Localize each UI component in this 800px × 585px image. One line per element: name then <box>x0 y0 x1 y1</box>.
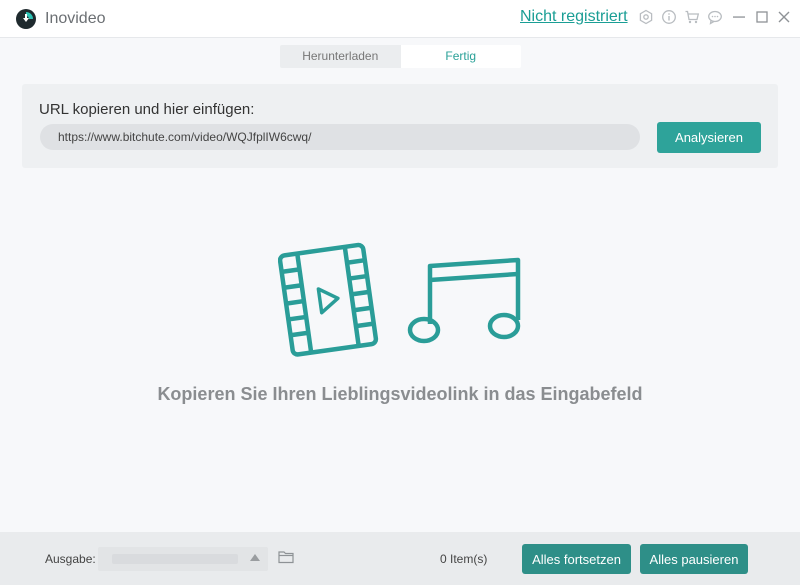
items-count: 0 Item(s) <box>440 552 488 566</box>
title-bar: Inovideo Nicht registriert <box>0 0 800 38</box>
info-icon[interactable] <box>661 9 677 25</box>
output-label: Ausgabe: <box>45 552 96 566</box>
cart-icon[interactable] <box>684 9 700 25</box>
app-logo-icon <box>16 9 36 29</box>
app-title: Inovideo <box>45 10 106 27</box>
url-panel: URL kopieren und hier einfügen: Analysie… <box>22 84 778 168</box>
pause-all-button[interactable]: Alles pausieren <box>640 544 748 574</box>
register-link[interactable]: Nicht registriert <box>520 8 628 26</box>
tab-bar: Herunterladen Fertig <box>280 45 521 68</box>
empty-state-hint: Kopieren Sie Ihren Lieblingsvideolink in… <box>157 384 643 404</box>
minimize-icon[interactable] <box>731 9 747 25</box>
tab-done[interactable]: Fertig <box>400 45 521 68</box>
music-note-icon <box>407 257 521 344</box>
chevron-up-icon <box>250 554 260 561</box>
analyze-button[interactable]: Analysieren <box>657 122 761 153</box>
empty-state-illustration <box>277 242 524 360</box>
url-label: URL kopieren und hier einfügen: <box>39 101 255 118</box>
resume-all-button[interactable]: Alles fortsetzen <box>522 544 631 574</box>
bottom-bar: Ausgabe: 0 Item(s) Alles fortsetzen Alle… <box>0 532 800 585</box>
url-input[interactable] <box>40 124 640 150</box>
output-path-select[interactable] <box>98 547 268 571</box>
output-path-value <box>112 554 238 564</box>
video-film-icon <box>277 242 521 357</box>
settings-icon[interactable] <box>638 9 654 25</box>
maximize-icon[interactable] <box>754 9 770 25</box>
folder-icon[interactable] <box>278 550 294 564</box>
tab-download[interactable]: Herunterladen <box>280 45 401 68</box>
feedback-icon[interactable] <box>707 9 723 25</box>
close-icon[interactable] <box>776 9 792 25</box>
